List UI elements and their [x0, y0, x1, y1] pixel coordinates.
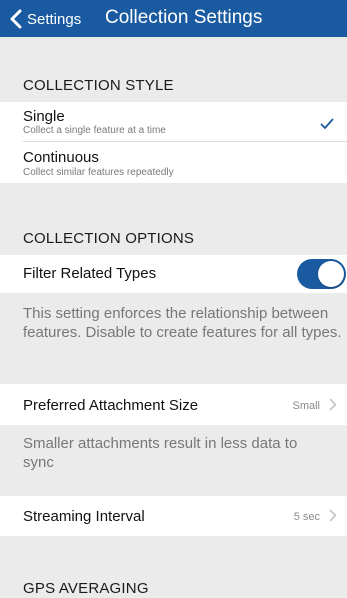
option-continuous-title: Continuous: [23, 149, 99, 166]
section-header-collection-options: COLLECTION OPTIONS: [23, 230, 195, 247]
option-single[interactable]: Single Collect a single feature at a tim…: [0, 102, 347, 142]
back-button[interactable]: Settings: [9, 8, 81, 30]
preferred-attachment-size-description: Smaller attachments result in less data …: [23, 435, 298, 471]
streaming-interval-label: Streaming Interval: [23, 508, 145, 525]
navigation-bar: Settings Collection Settings: [0, 0, 347, 37]
filter-related-types-row: Filter Related Types: [0, 255, 347, 293]
option-single-subtitle: Collect a single feature at a time: [23, 125, 166, 136]
streaming-interval-row[interactable]: Streaming Interval 5 sec: [0, 496, 347, 536]
chevron-left-icon: [10, 9, 22, 29]
back-button-label: Settings: [27, 10, 82, 28]
chevron-right-icon: [329, 398, 337, 411]
filter-related-types-toggle[interactable]: [297, 259, 346, 289]
option-continuous-subtitle: Collect similar features repeatedly: [23, 167, 174, 178]
checkmark-icon: [320, 118, 334, 129]
chevron-right-icon: [329, 509, 337, 522]
section-header-gps-averaging: GPS AVERAGING: [23, 580, 149, 597]
page-title: Collection Settings: [105, 7, 263, 28]
filter-related-types-description: This setting enforces the relationship b…: [23, 305, 342, 341]
toggle-knob: [318, 261, 344, 287]
option-continuous[interactable]: Continuous Collect similar features repe…: [0, 142, 347, 183]
preferred-attachment-size-row[interactable]: Preferred Attachment Size Small: [0, 384, 347, 425]
option-single-title: Single: [23, 108, 65, 125]
preferred-attachment-size-label: Preferred Attachment Size: [23, 397, 199, 414]
section-header-collection-style: COLLECTION STYLE: [23, 77, 174, 94]
preferred-attachment-size-value: Small: [292, 400, 320, 412]
filter-related-types-label: Filter Related Types: [23, 265, 157, 282]
streaming-interval-value: 5 sec: [293, 511, 320, 523]
